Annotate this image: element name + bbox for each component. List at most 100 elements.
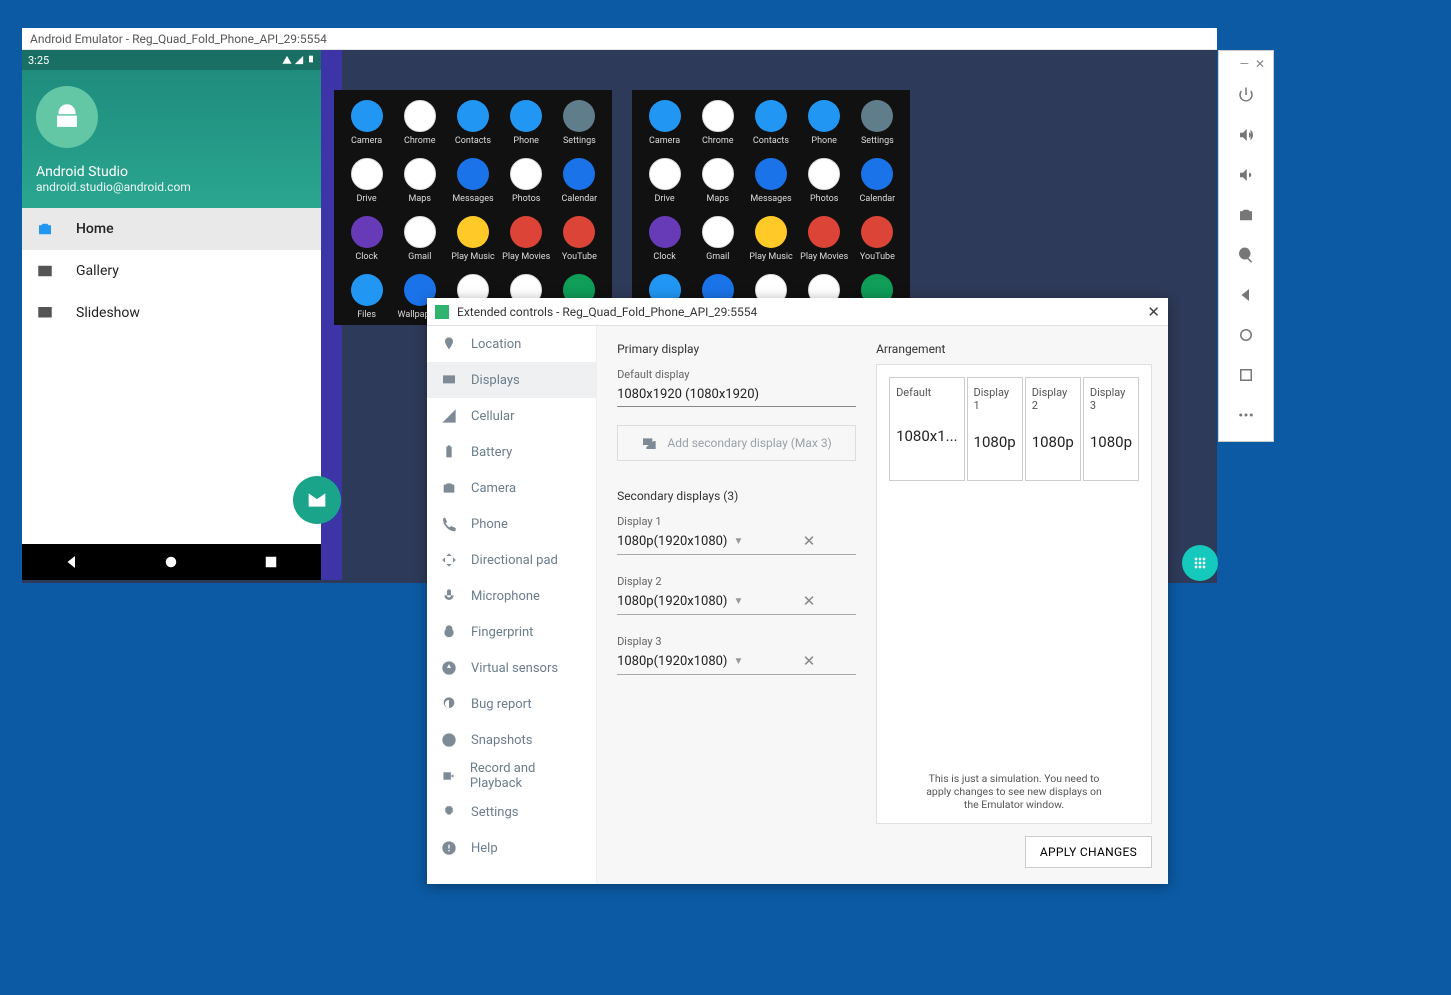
app-icon (404, 100, 436, 132)
nav-item-cellular[interactable]: Cellular (427, 398, 596, 434)
nav-overview-icon[interactable] (262, 553, 280, 571)
power-button[interactable] (1226, 75, 1266, 115)
nav-label: Phone (471, 517, 508, 532)
app-photos[interactable]: Photos (501, 158, 551, 204)
app-chrome[interactable]: Chrome (395, 100, 445, 146)
app-photos[interactable]: Photos (799, 158, 849, 204)
compose-fab[interactable] (293, 476, 341, 524)
chevron-down-icon: ▼ (727, 656, 792, 667)
app-phone[interactable]: Phone (501, 100, 551, 146)
drawer-item-home[interactable]: Home (22, 208, 321, 250)
nav-item-location[interactable]: Location (427, 326, 596, 362)
drawer-list: Home GallerySlideshow (22, 208, 321, 334)
secondary-display-dropdown[interactable]: 1080p(1920x1080)▼✕ (617, 588, 856, 615)
app-clock[interactable]: Clock (342, 216, 392, 262)
nav-back-icon[interactable] (63, 553, 81, 571)
back-button[interactable] (1226, 275, 1266, 315)
app-gmail[interactable]: Gmail (693, 216, 743, 262)
app-icon (861, 158, 893, 190)
app-clock[interactable]: Clock (640, 216, 690, 262)
drawer-item-label: Home (76, 221, 114, 237)
close-button[interactable]: ✕ (1255, 57, 1265, 71)
minimize-button[interactable]: — (1240, 57, 1249, 71)
drawer-item-slideshow[interactable]: Slideshow (22, 292, 321, 334)
extended-controls-dialog: Extended controls - Reg_Quad_Fold_Phone_… (427, 298, 1168, 884)
app-play-movies[interactable]: Play Movies (799, 216, 849, 262)
nav-item-snapshots[interactable]: Snapshots (427, 722, 596, 758)
app-calendar[interactable]: Calendar (554, 158, 604, 204)
app-label: Contacts (455, 136, 491, 146)
arrangement-tile[interactable]: Display 21080p (1025, 377, 1081, 481)
arrangement-tile[interactable]: Display 31080p (1083, 377, 1139, 481)
app-settings[interactable]: Settings (852, 100, 902, 146)
secondary-display-label: Display 3 (617, 635, 856, 648)
nav-item-fingerprint[interactable]: Fingerprint (427, 614, 596, 650)
secondary-display-dropdown[interactable]: 1080p(1920x1080)▼✕ (617, 648, 856, 675)
secondary-display-dropdown[interactable]: 1080p(1920x1080)▼✕ (617, 528, 856, 555)
app-play-music[interactable]: Play Music (448, 216, 498, 262)
app-icon (755, 100, 787, 132)
nav-item-settings[interactable]: Settings (427, 794, 596, 830)
app-settings[interactable]: Settings (554, 100, 604, 146)
volume-up-button[interactable] (1226, 115, 1266, 155)
remove-display-button[interactable]: ✕ (793, 592, 856, 610)
app-contacts[interactable]: Contacts (746, 100, 796, 146)
arrangement-tile[interactable]: Display 11080p (967, 377, 1023, 481)
app-label: Gmail (706, 252, 729, 262)
dialog-close-button[interactable]: ✕ (1147, 303, 1160, 321)
arrangement-box: Default1080x1...Display 11080pDisplay 21… (876, 364, 1152, 824)
nav-item-record-and-playback[interactable]: Record and Playback (427, 758, 596, 794)
nav-item-help[interactable]: Help (427, 830, 596, 866)
app-label: Messages (452, 194, 493, 204)
displays-right-column: Arrangement Default1080x1...Display 1108… (872, 326, 1168, 884)
app-maps[interactable]: Maps (395, 158, 445, 204)
home-button[interactable] (1226, 315, 1266, 355)
apps-fab[interactable] (1182, 545, 1218, 581)
app-files[interactable]: Files (342, 274, 392, 320)
app-icon (510, 158, 542, 190)
app-messages[interactable]: Messages (746, 158, 796, 204)
nav-item-directional-pad[interactable]: Directional pad (427, 542, 596, 578)
app-label: Phone (811, 136, 837, 146)
nav-item-phone[interactable]: Phone (427, 506, 596, 542)
tile-title: Display 1 (974, 386, 1016, 412)
app-drive[interactable]: Drive (342, 158, 392, 204)
nav-item-virtual-sensors[interactable]: Virtual sensors (427, 650, 596, 686)
overview-button[interactable] (1226, 355, 1266, 395)
app-play-movies[interactable]: Play Movies (501, 216, 551, 262)
nav-item-bug-report[interactable]: Bug report (427, 686, 596, 722)
nav-item-camera[interactable]: Camera (427, 470, 596, 506)
app-chrome[interactable]: Chrome (693, 100, 743, 146)
drawer-item-gallery[interactable]: Gallery (22, 250, 321, 292)
app-phone[interactable]: Phone (799, 100, 849, 146)
app-camera[interactable]: Camera (640, 100, 690, 146)
app-label: Maps (409, 194, 431, 204)
nav-item-microphone[interactable]: Microphone (427, 578, 596, 614)
primary-display-section: Primary display (617, 342, 856, 356)
app-camera[interactable]: Camera (342, 100, 392, 146)
arrangement-tile[interactable]: Default1080x1... (889, 377, 964, 481)
more-button[interactable] (1226, 395, 1266, 435)
remove-display-button[interactable]: ✕ (793, 652, 856, 670)
app-maps[interactable]: Maps (693, 158, 743, 204)
zoom-button[interactable] (1226, 235, 1266, 275)
app-youtube[interactable]: YouTube (554, 216, 604, 262)
app-label: Settings (563, 136, 596, 146)
remove-display-button[interactable]: ✕ (793, 532, 856, 550)
app-youtube[interactable]: YouTube (852, 216, 902, 262)
nav-home-icon[interactable] (162, 553, 180, 571)
apply-changes-button[interactable]: APPLY CHANGES (1025, 836, 1152, 868)
nav-item-displays[interactable]: Displays (427, 362, 596, 398)
app-icon (649, 158, 681, 190)
screenshot-button[interactable] (1226, 195, 1266, 235)
app-play-music[interactable]: Play Music (746, 216, 796, 262)
volume-down-button[interactable] (1226, 155, 1266, 195)
app-contacts[interactable]: Contacts (448, 100, 498, 146)
nav-item-battery[interactable]: Battery (427, 434, 596, 470)
app-gmail[interactable]: Gmail (395, 216, 445, 262)
tile-value: 1080p (974, 412, 1016, 472)
app-drive[interactable]: Drive (640, 158, 690, 204)
tile-title: Display 3 (1090, 386, 1132, 412)
app-messages[interactable]: Messages (448, 158, 498, 204)
app-calendar[interactable]: Calendar (852, 158, 902, 204)
